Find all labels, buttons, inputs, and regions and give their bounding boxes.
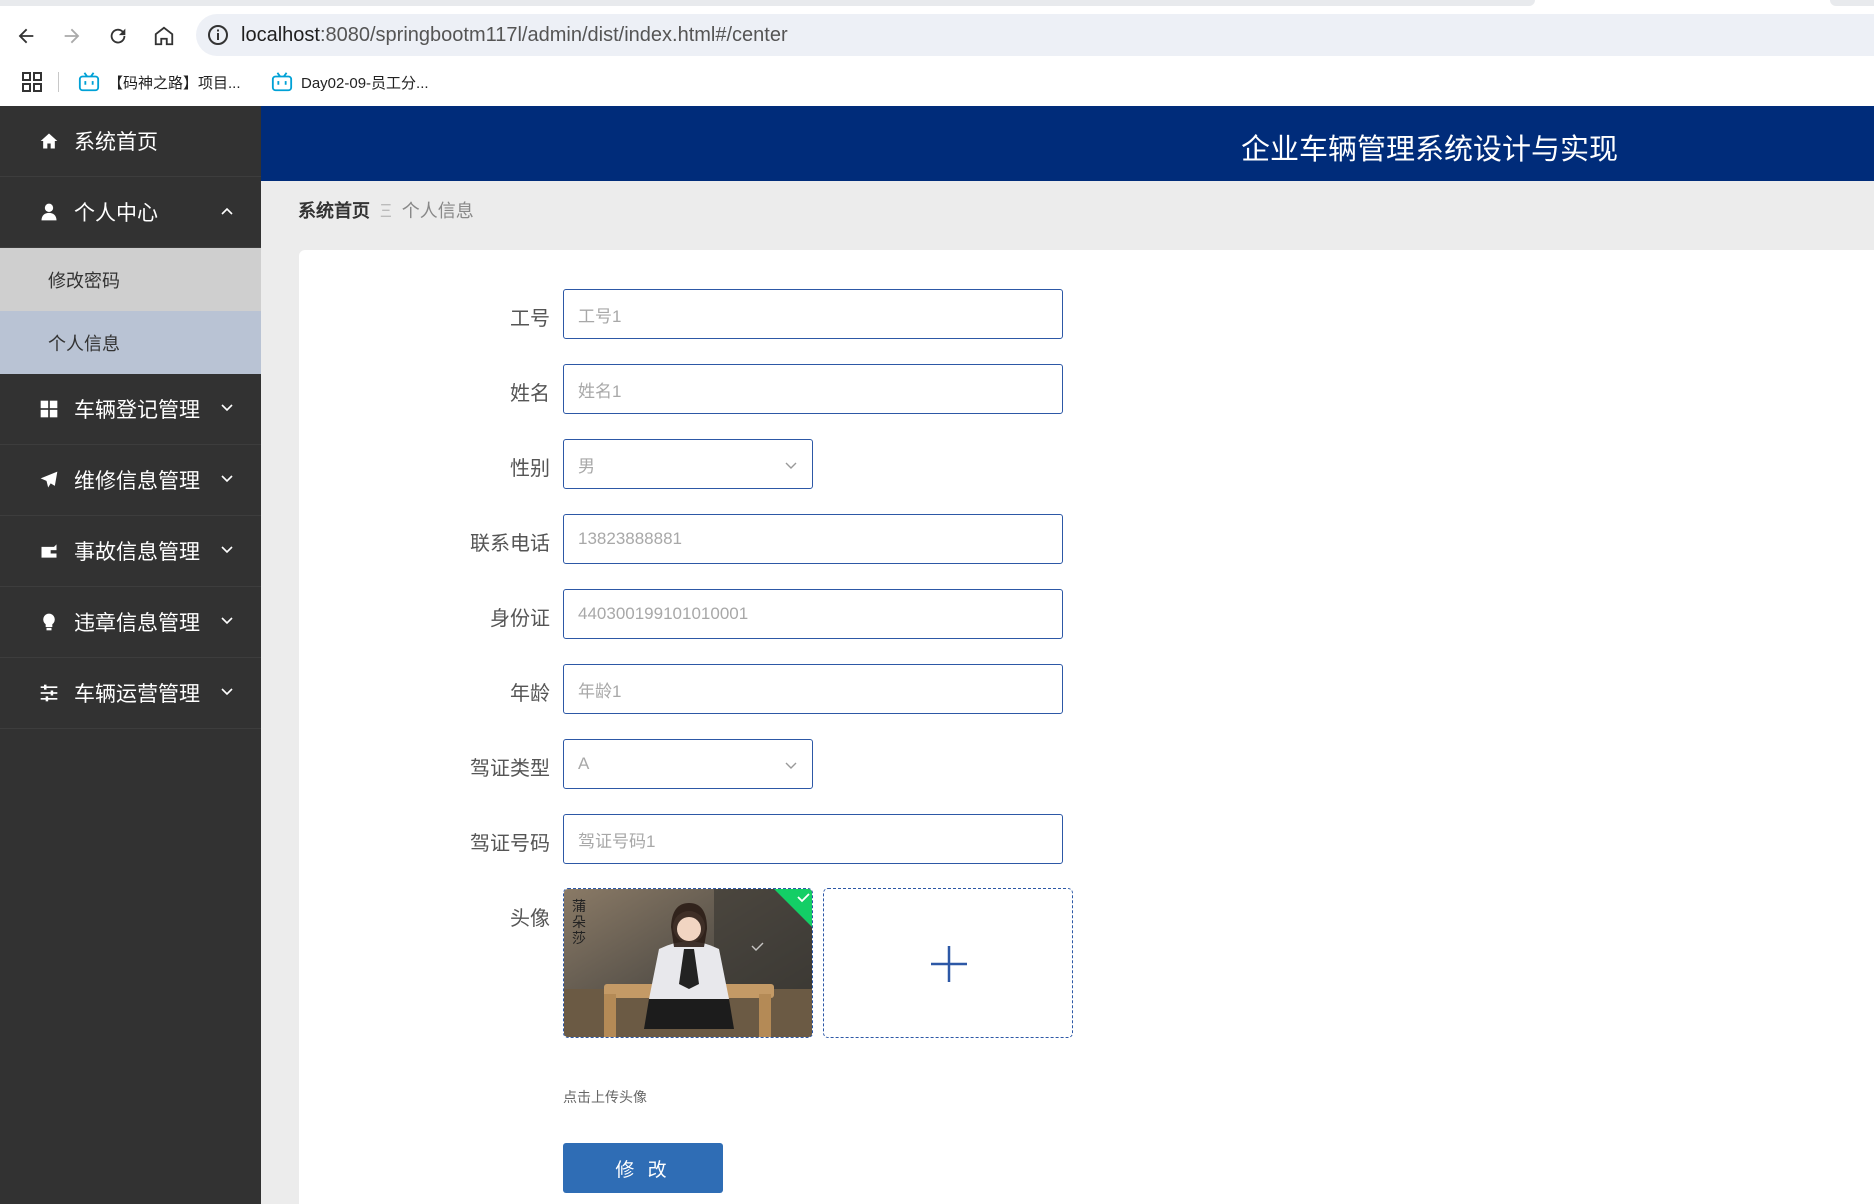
user-icon	[38, 201, 60, 223]
forward-icon[interactable]	[54, 18, 90, 54]
avatar-image: 蒲 朵 莎	[564, 889, 812, 1037]
url-text[interactable]: localhost:8080/springbootm117l/admin/dis…	[241, 24, 788, 47]
svg-text:蒲: 蒲	[572, 899, 586, 915]
sidebar-item-label: 系统首页	[74, 131, 158, 154]
sidebar-item-label: 个人中心	[74, 202, 158, 225]
phone-label: 联系电话	[470, 533, 550, 555]
sidebar-subitem-label: 修改密码	[48, 270, 120, 291]
id-card-field[interactable]: 440300199101010001	[563, 589, 1063, 639]
bookmark-label: Day02-09-员工分...	[301, 74, 429, 92]
chevron-down-icon	[221, 475, 233, 483]
age-label: 年龄	[510, 683, 550, 705]
avatar-label: 头像	[510, 908, 550, 930]
sidebar-item-label: 车辆运营管理	[74, 683, 200, 706]
svg-text:朵: 朵	[572, 915, 586, 931]
app-title: 企业车辆管理系统设计与实现	[1241, 134, 1619, 166]
chevron-down-icon	[221, 404, 233, 412]
sidebar-subitem-label: 个人信息	[48, 333, 120, 354]
name-field[interactable]: 姓名1	[563, 364, 1063, 414]
sidebar-item-operations[interactable]: 车辆运营管理	[0, 658, 261, 729]
bilibili-icon	[78, 72, 100, 92]
gender-label: 性别	[510, 458, 550, 480]
back-icon[interactable]	[8, 18, 44, 54]
license-type-select[interactable]: A	[563, 739, 813, 789]
job-no-label: 工号	[510, 308, 550, 330]
license-no-field[interactable]: 驾证号码1	[563, 814, 1063, 864]
submit-button[interactable]: 修 改	[563, 1143, 723, 1193]
age-field[interactable]: 年龄1	[563, 664, 1063, 714]
tab-edge-right	[1830, 0, 1874, 6]
wallet-icon	[38, 540, 60, 562]
url-path: :8080/springbootm117l/admin/dist/index.h…	[319, 24, 788, 46]
sidebar-item-vehicle-registration[interactable]: 车辆登记管理	[0, 374, 261, 445]
avatar-preview[interactable]: 蒲 朵 莎	[563, 888, 813, 1038]
bookmarks-bar: 【码神之路】项目... Day02-09-员工分...	[0, 60, 1874, 106]
breadcrumb-home[interactable]: 系统首页	[298, 201, 370, 221]
address-bar[interactable]: localhost:8080/springbootm117l/admin/dis…	[196, 14, 1874, 56]
browser-toolbar: localhost:8080/springbootm117l/admin/dis…	[0, 10, 1874, 60]
bookmark-item[interactable]: Day02-09-员工分...	[271, 68, 429, 96]
app-header: 企业车辆管理系统设计与实现	[261, 106, 1874, 181]
bilibili-icon	[271, 72, 293, 92]
breadcrumb: 系统首页 Ξ 个人信息	[298, 197, 474, 223]
url-host: localhost	[241, 24, 320, 46]
sidebar-item-repair[interactable]: 维修信息管理	[0, 445, 261, 516]
svg-text:莎: 莎	[572, 931, 586, 947]
bookmark-item[interactable]: 【码神之路】项目...	[78, 68, 241, 96]
chevron-down-icon	[785, 462, 797, 469]
home-icon	[38, 130, 60, 152]
bookmark-separator	[58, 72, 59, 92]
chevron-up-icon	[221, 207, 233, 215]
apps-grid-icon[interactable]	[20, 70, 44, 94]
chevron-down-icon	[221, 688, 233, 696]
home-icon[interactable]	[146, 18, 182, 54]
chevron-down-icon	[221, 546, 233, 554]
breadcrumb-separator: Ξ	[380, 201, 392, 221]
upload-hint: 点击上传头像	[563, 1089, 647, 1105]
sidebar-item-label: 车辆登记管理	[74, 399, 200, 422]
sidebar-subitem-personal-info[interactable]: 个人信息	[0, 311, 261, 374]
avatar-upload-button[interactable]	[823, 888, 1073, 1038]
active-tab-edge	[0, 0, 1535, 6]
name-label: 姓名	[510, 383, 550, 405]
plus-icon	[931, 946, 967, 982]
site-info-icon[interactable]	[206, 23, 230, 47]
sidebar-item-violation[interactable]: 违章信息管理	[0, 587, 261, 658]
license-no-label: 驾证号码	[470, 833, 550, 855]
lightbulb-icon	[38, 611, 60, 633]
sidebar-item-accident[interactable]: 事故信息管理	[0, 516, 261, 587]
grid-icon	[38, 398, 60, 420]
browser-tabstrip	[0, 0, 1874, 10]
sidebar-item-label: 违章信息管理	[74, 612, 200, 635]
sidebar: 系统首页 个人中心 修改密码 个人信息 车辆登记管理 维修信息管理 事故信息管理…	[0, 106, 261, 1204]
sidebar-item-home[interactable]: 系统首页	[0, 106, 261, 177]
license-type-label: 驾证类型	[470, 758, 550, 780]
license-type-value: A	[578, 754, 590, 773]
reload-icon[interactable]	[100, 18, 136, 54]
phone-field[interactable]: 13823888881	[563, 514, 1063, 564]
sidebar-item-personal[interactable]: 个人中心	[0, 177, 261, 248]
sidebar-item-label: 维修信息管理	[74, 470, 200, 493]
breadcrumb-current: 个人信息	[401, 201, 474, 221]
chevron-down-icon	[221, 617, 233, 625]
sliders-icon	[38, 682, 60, 704]
paper-plane-icon	[38, 469, 60, 491]
bookmark-label: 【码神之路】项目...	[108, 74, 241, 92]
chevron-down-icon	[785, 762, 797, 769]
job-no-field[interactable]: 工号1	[563, 289, 1063, 339]
sidebar-subitem-change-password[interactable]: 修改密码	[0, 248, 261, 311]
id-card-label: 身份证	[490, 608, 550, 630]
gender-value: 男	[578, 456, 595, 476]
gender-select[interactable]: 男	[563, 439, 813, 489]
sidebar-item-label: 事故信息管理	[74, 541, 200, 564]
